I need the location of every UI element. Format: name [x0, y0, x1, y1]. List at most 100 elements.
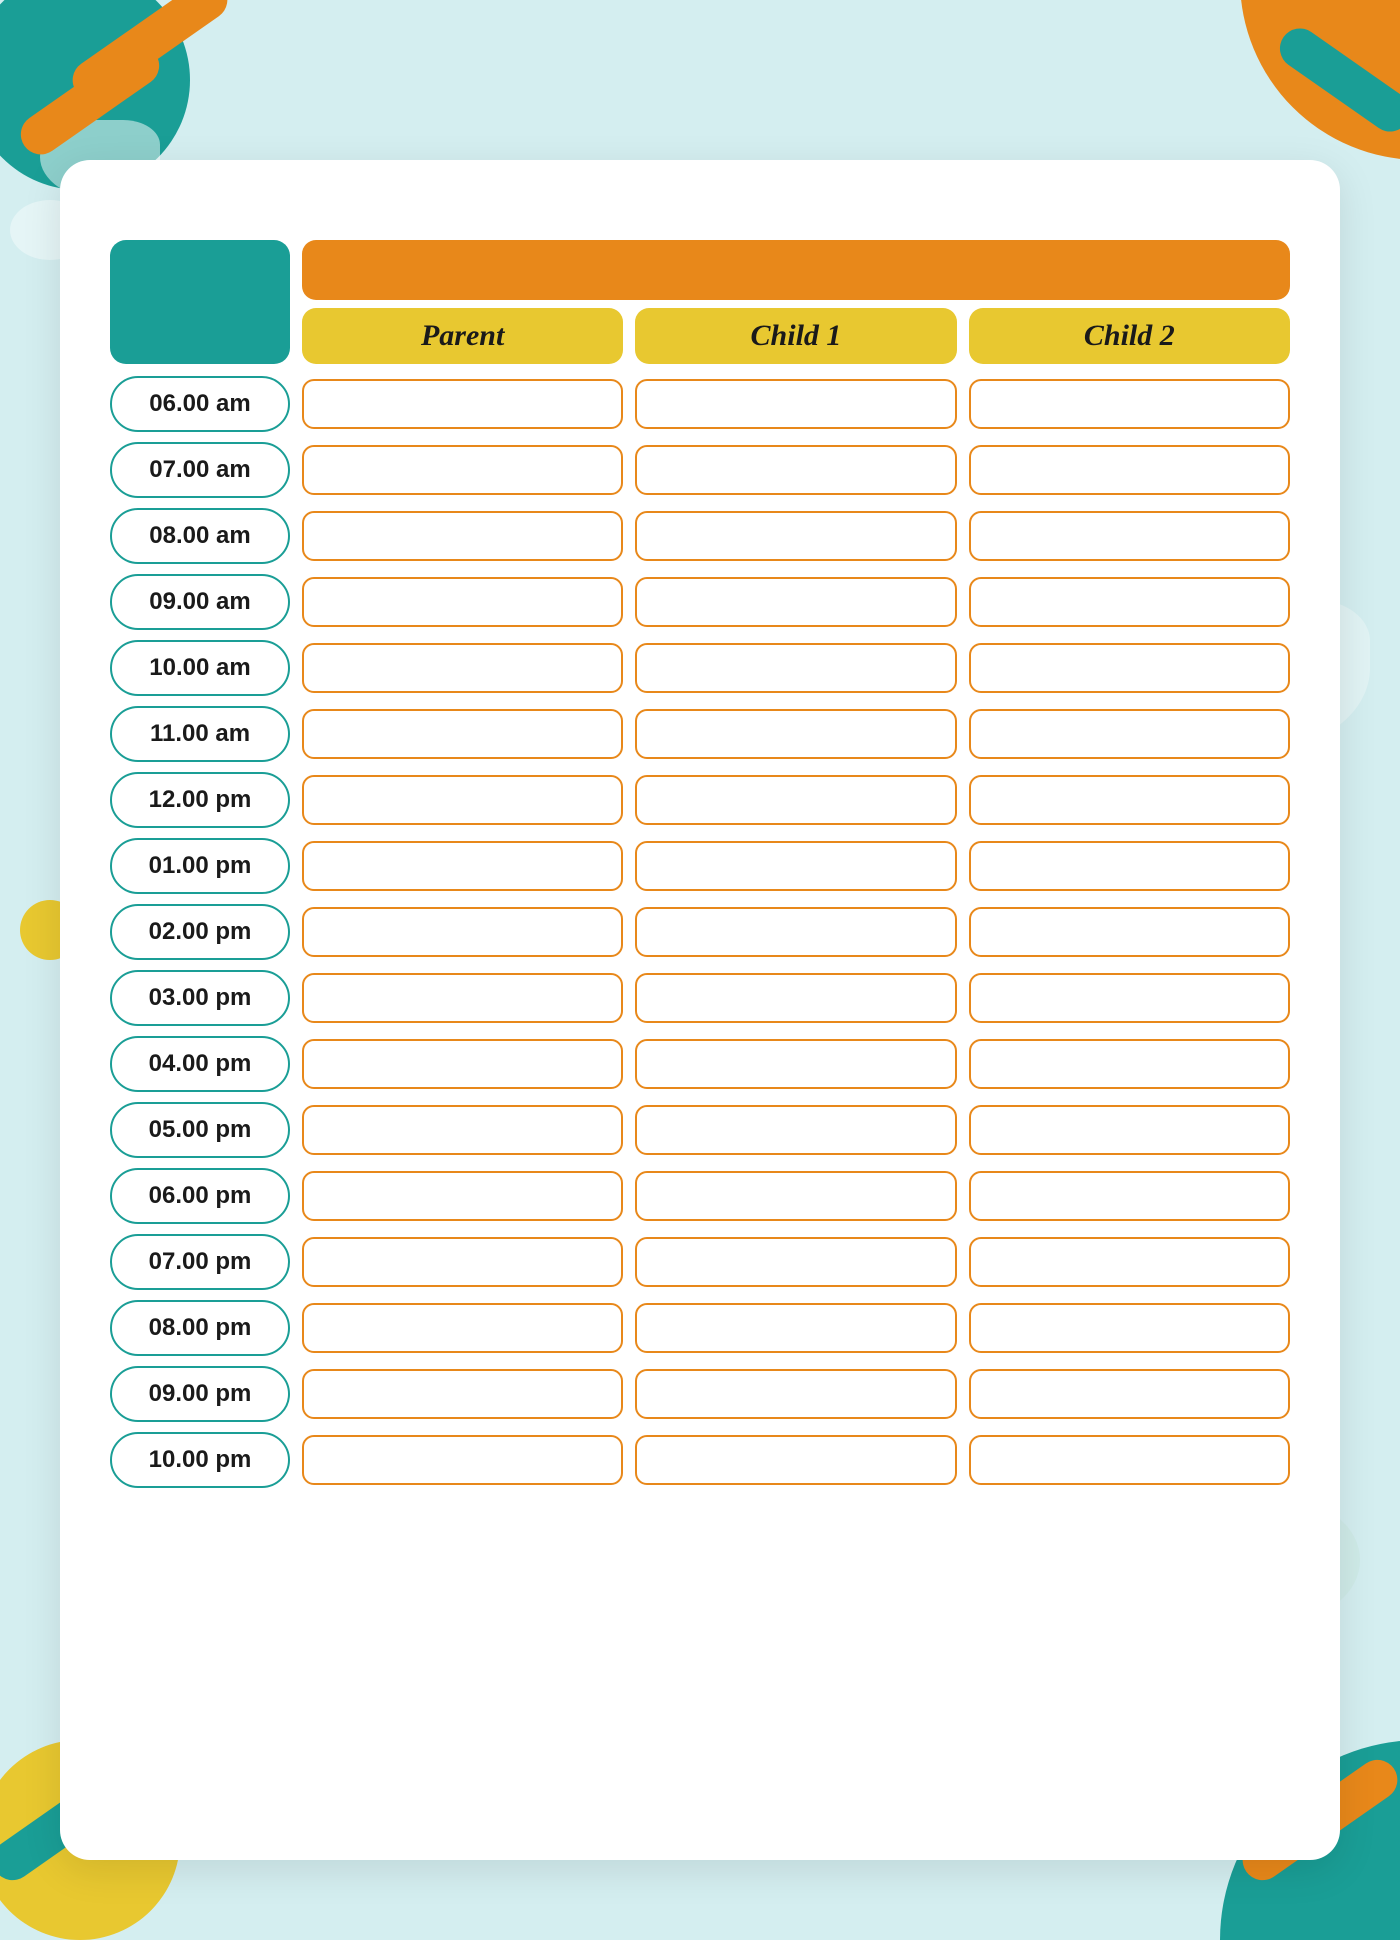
activity-cell-row2-col0[interactable]: [302, 511, 623, 561]
activity-cell-row0-col0[interactable]: [302, 379, 623, 429]
activity-cell-row6-col1[interactable]: [635, 775, 956, 825]
activity-cells-7: [302, 841, 1290, 891]
activity-cell-row13-col0[interactable]: [302, 1237, 623, 1287]
activity-cell-row6-col2[interactable]: [969, 775, 1290, 825]
activity-cell-row9-col0[interactable]: [302, 973, 623, 1023]
activity-cells-3: [302, 577, 1290, 627]
activity-cell-row14-col2[interactable]: [969, 1303, 1290, 1353]
main-card: Parent Child 1 Child 2 06.00 am 07.00 am 08.…: [60, 160, 1340, 1860]
activity-cell-row5-col0[interactable]: [302, 709, 623, 759]
activity-cell-row15-col0[interactable]: [302, 1369, 623, 1419]
activity-cell-row2-col2[interactable]: [969, 511, 1290, 561]
activity-cell-row10-col2[interactable]: [969, 1039, 1290, 1089]
time-label-text-8: 02.00 pm: [149, 918, 252, 946]
time-label-15: 09.00 pm: [110, 1366, 290, 1422]
activity-cells-0: [302, 379, 1290, 429]
activity-cell-row14-col1[interactable]: [635, 1303, 956, 1353]
activity-cell-row7-col0[interactable]: [302, 841, 623, 891]
activity-cell-row5-col1[interactable]: [635, 709, 956, 759]
activity-cell-row3-col2[interactable]: [969, 577, 1290, 627]
activity-cell-row7-col2[interactable]: [969, 841, 1290, 891]
activity-cell-row8-col0[interactable]: [302, 907, 623, 957]
time-label-text-15: 09.00 pm: [149, 1380, 252, 1408]
activity-cell-row4-col2[interactable]: [969, 643, 1290, 693]
time-label-5: 11.00 am: [110, 706, 290, 762]
activity-cell-row1-col2[interactable]: [969, 445, 1290, 495]
time-label-text-5: 11.00 am: [150, 720, 250, 748]
time-label-text-12: 06.00 pm: [149, 1182, 252, 1210]
activity-cell-row16-col0[interactable]: [302, 1435, 623, 1485]
table-row: 09.00 am: [110, 574, 1290, 630]
column-header-text-0: Parent: [421, 319, 504, 353]
activity-cell-row8-col1[interactable]: [635, 907, 956, 957]
time-label-14: 08.00 pm: [110, 1300, 290, 1356]
activity-cells-4: [302, 643, 1290, 693]
activity-cells-15: [302, 1369, 1290, 1419]
activity-cell-row0-col2[interactable]: [969, 379, 1290, 429]
activity-cells-12: [302, 1171, 1290, 1221]
activity-cell-row12-col1[interactable]: [635, 1171, 956, 1221]
activity-cell-row12-col0[interactable]: [302, 1171, 623, 1221]
corner-tl-stripe1: [65, 0, 235, 108]
activity-cell-row6-col0[interactable]: [302, 775, 623, 825]
time-label-text-16: 10.00 pm: [149, 1446, 252, 1474]
time-label-12: 06.00 pm: [110, 1168, 290, 1224]
activity-cell-row3-col1[interactable]: [635, 577, 956, 627]
activity-cell-row11-col2[interactable]: [969, 1105, 1290, 1155]
activity-cell-row12-col2[interactable]: [969, 1171, 1290, 1221]
activity-cells-2: [302, 511, 1290, 561]
time-label-0: 06.00 am: [110, 376, 290, 432]
activity-cell-row3-col0[interactable]: [302, 577, 623, 627]
activity-cell-row11-col1[interactable]: [635, 1105, 956, 1155]
column-header-text-1: Child 1: [751, 319, 842, 353]
activity-cell-row10-col1[interactable]: [635, 1039, 956, 1089]
time-label-text-0: 06.00 am: [149, 390, 250, 418]
activity-cell-row15-col2[interactable]: [969, 1369, 1290, 1419]
table-row: 08.00 pm: [110, 1300, 1290, 1356]
activity-cell-row4-col0[interactable]: [302, 643, 623, 693]
activity-cell-row2-col1[interactable]: [635, 511, 956, 561]
table-row: 12.00 pm: [110, 772, 1290, 828]
time-label-2: 08.00 am: [110, 508, 290, 564]
activity-cells-13: [302, 1237, 1290, 1287]
time-rows-container: 06.00 am 07.00 am 08.00 am 09.00 am 10.00 am…: [110, 376, 1290, 1488]
activity-cell-row11-col0[interactable]: [302, 1105, 623, 1155]
time-label-text-2: 08.00 am: [149, 522, 250, 550]
column-header-child-1: Child 1: [635, 308, 956, 364]
table-row: 07.00 pm: [110, 1234, 1290, 1290]
activity-cell-row15-col1[interactable]: [635, 1369, 956, 1419]
activity-cells-5: [302, 709, 1290, 759]
activity-cell-row4-col1[interactable]: [635, 643, 956, 693]
time-label-text-6: 12.00 pm: [149, 786, 252, 814]
time-label-1: 07.00 am: [110, 442, 290, 498]
table-row: 09.00 pm: [110, 1366, 1290, 1422]
activity-cell-row10-col0[interactable]: [302, 1039, 623, 1089]
activity-cell-row13-col1[interactable]: [635, 1237, 956, 1287]
table-row: 10.00 am: [110, 640, 1290, 696]
activity-cell-row7-col1[interactable]: [635, 841, 956, 891]
activity-cell-row14-col0[interactable]: [302, 1303, 623, 1353]
activity-cell-row16-col2[interactable]: [969, 1435, 1290, 1485]
activity-cell-row9-col1[interactable]: [635, 973, 956, 1023]
table-row: 11.00 am: [110, 706, 1290, 762]
time-label-text-13: 07.00 pm: [149, 1248, 252, 1276]
time-label-9: 03.00 pm: [110, 970, 290, 1026]
activity-cell-row16-col1[interactable]: [635, 1435, 956, 1485]
table-row: 03.00 pm: [110, 970, 1290, 1026]
activity-cell-row1-col0[interactable]: [302, 445, 623, 495]
time-label-text-1: 07.00 am: [149, 456, 250, 484]
time-label-text-10: 04.00 pm: [149, 1050, 252, 1078]
activity-cell-row5-col2[interactable]: [969, 709, 1290, 759]
activity-cells-10: [302, 1039, 1290, 1089]
activity-cell-row0-col1[interactable]: [635, 379, 956, 429]
column-header-child-2: Child 2: [969, 308, 1290, 364]
activity-cell-row8-col2[interactable]: [969, 907, 1290, 957]
activity-cell-row13-col2[interactable]: [969, 1237, 1290, 1287]
time-label-text-11: 05.00 pm: [149, 1116, 252, 1144]
time-label-7: 01.00 pm: [110, 838, 290, 894]
activity-cell-row1-col1[interactable]: [635, 445, 956, 495]
activity-header-section: Parent Child 1 Child 2: [302, 240, 1290, 364]
activity-cell-row9-col2[interactable]: [969, 973, 1290, 1023]
time-label-16: 10.00 pm: [110, 1432, 290, 1488]
table-row: 07.00 am: [110, 442, 1290, 498]
